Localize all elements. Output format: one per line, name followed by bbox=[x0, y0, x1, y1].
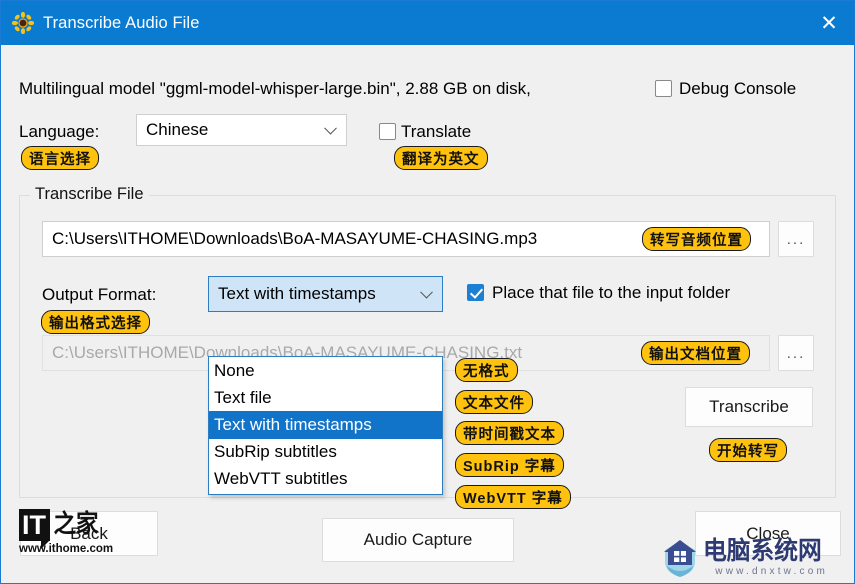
badge-translate-to-english: 翻译为英文 bbox=[394, 146, 488, 170]
output-format-value: Text with timestamps bbox=[218, 284, 376, 304]
window-title: Transcribe Audio File bbox=[43, 14, 199, 33]
badge-input-file-location: 转写音频位置 bbox=[642, 227, 751, 251]
badge-option-text-file: 文本文件 bbox=[455, 390, 533, 414]
language-label: Language: bbox=[19, 122, 99, 142]
translate-checkbox[interactable] bbox=[379, 123, 396, 140]
transcribe-audio-file-window: Transcribe Audio File ✕ Multilingual mod… bbox=[0, 0, 855, 584]
badge-option-webvtt-subtitles: WebVTT 字幕 bbox=[455, 485, 571, 509]
dnxtw-logo-url: www.dnxtw.com bbox=[703, 566, 828, 577]
badge-option-text-with-timestamps: 带时间戳文本 bbox=[455, 421, 564, 445]
place-file-label: Place that file to the input folder bbox=[492, 283, 730, 303]
badge-start-transcribe: 开始转写 bbox=[709, 438, 787, 462]
dnxtw-watermark: 电脑系统网 www.dnxtw.com bbox=[659, 531, 849, 583]
badge-output-doc-location: 输出文档位置 bbox=[641, 341, 750, 365]
dnxtw-logo-texts: 电脑系统网 www.dnxtw.com bbox=[703, 538, 828, 577]
language-select-value: Chinese bbox=[146, 120, 208, 140]
dropdown-option-none[interactable]: None bbox=[209, 357, 442, 384]
dnxtw-logo-cn: 电脑系统网 bbox=[703, 538, 822, 564]
debug-console-label: Debug Console bbox=[679, 79, 796, 99]
chevron-down-icon bbox=[324, 122, 337, 135]
badge-option-subrip-subtitles: SubRip 字幕 bbox=[455, 453, 564, 477]
dropdown-option-webvtt-subtitles[interactable]: WebVTT subtitles bbox=[209, 466, 442, 493]
ithome-watermark: IT 之家 www.ithome.com bbox=[19, 509, 167, 565]
model-info-text: Multilingual model "ggml-model-whisper-l… bbox=[19, 79, 531, 99]
transcribe-file-group-label: Transcribe File bbox=[30, 185, 149, 204]
transcribe-button[interactable]: Transcribe bbox=[685, 387, 813, 427]
debug-console-checkbox[interactable] bbox=[655, 80, 672, 97]
output-format-label: Output Format: bbox=[42, 285, 156, 305]
chevron-down-icon bbox=[420, 286, 433, 299]
input-file-value: C:\Users\ITHOME\Downloads\BoA-MASAYUME-C… bbox=[52, 229, 537, 249]
house-shield-icon bbox=[659, 536, 701, 578]
browse-output-button[interactable]: ... bbox=[778, 335, 814, 371]
dropdown-option-subrip-subtitles[interactable]: SubRip subtitles bbox=[209, 439, 442, 466]
ithome-logo-cn: 之家 bbox=[54, 509, 99, 539]
ithome-logo-mark: IT bbox=[19, 509, 50, 541]
output-format-dropdown-list[interactable]: None Text file Text with timestamps SubR… bbox=[208, 356, 443, 495]
output-format-select[interactable]: Text with timestamps bbox=[208, 276, 443, 312]
ithome-logo: IT 之家 bbox=[19, 509, 167, 541]
language-select[interactable]: Chinese bbox=[136, 114, 347, 146]
dropdown-option-text-with-timestamps[interactable]: Text with timestamps bbox=[209, 411, 442, 438]
window-titlebar: Transcribe Audio File ✕ bbox=[1, 1, 854, 45]
badge-option-none: 无格式 bbox=[455, 358, 518, 382]
close-icon[interactable]: ✕ bbox=[804, 1, 854, 45]
place-file-checkbox[interactable] bbox=[467, 284, 484, 301]
browse-input-button[interactable]: ... bbox=[778, 221, 814, 257]
sunflower-icon bbox=[12, 12, 34, 34]
dropdown-option-text-file[interactable]: Text file bbox=[209, 384, 442, 411]
dialog-client-area: Multilingual model "ggml-model-whisper-l… bbox=[2, 45, 853, 583]
audio-capture-button[interactable]: Audio Capture bbox=[322, 518, 514, 562]
badge-language-select: 语言选择 bbox=[21, 146, 99, 170]
badge-output-format-select: 输出格式选择 bbox=[41, 310, 150, 334]
translate-label: Translate bbox=[401, 122, 471, 142]
